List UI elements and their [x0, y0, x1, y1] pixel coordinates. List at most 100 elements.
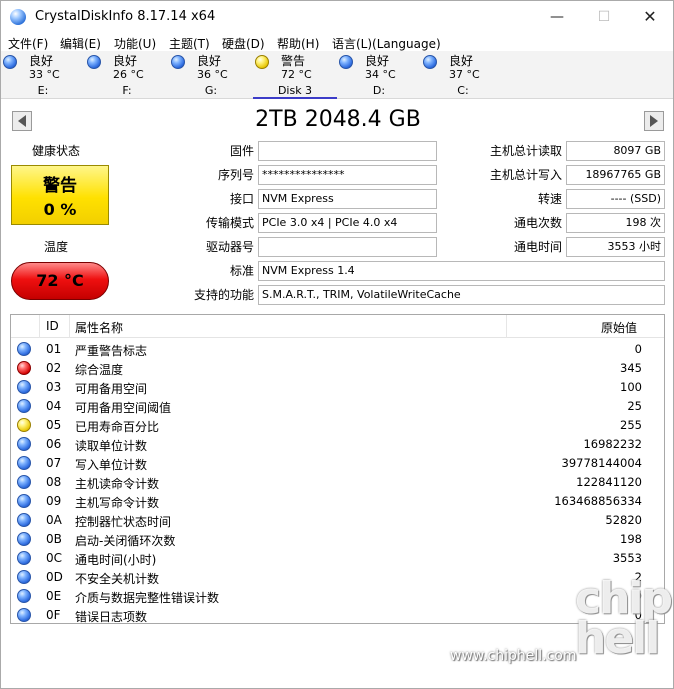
drive-title: 2TB 2048.4 GB: [255, 107, 421, 132]
chiphell-watermark-logo: chip hell: [575, 573, 673, 664]
attribute-id: 09: [46, 494, 62, 508]
disk-tab-f[interactable]: 良好 26 °C F:: [85, 51, 169, 99]
attribute-id: 0E: [46, 589, 62, 603]
status-red-icon: [17, 361, 31, 375]
disk-tab-d[interactable]: 良好 34 °C D:: [337, 51, 421, 99]
attribute-name: 主机写命令计数: [75, 496, 160, 510]
table-row[interactable]: 06 读取单位计数 16982232: [11, 435, 664, 454]
table-row[interactable]: 01 严重警告标志 0: [11, 340, 664, 359]
table-row[interactable]: 07 写入单位计数 39778144004: [11, 454, 664, 473]
menu-disk[interactable]: 硬盘(D): [222, 35, 265, 52]
table-row[interactable]: 08 主机读命令计数 122841120: [11, 473, 664, 492]
status-blue-icon: [17, 532, 31, 546]
status-blue-icon: [17, 551, 31, 565]
host-writes-label: 主机总计写入: [489, 168, 562, 182]
menu-language[interactable]: 语言(L)(Language): [332, 35, 441, 52]
drive-letter-value: [258, 237, 437, 257]
table-row[interactable]: 04 可用备用空间阈值 25: [11, 397, 664, 416]
attribute-raw-value: 16982232: [583, 437, 642, 451]
attribute-id: 0D: [46, 570, 63, 584]
attribute-name: 写入单位计数: [75, 458, 148, 472]
column-header-id[interactable]: ID: [46, 319, 59, 333]
status-blue-icon: [3, 55, 17, 69]
status-blue-icon: [17, 494, 31, 508]
features-value: S.M.A.R.T., TRIM, VolatileWriteCache: [258, 285, 665, 305]
table-row[interactable]: 05 已用寿命百分比 255: [11, 416, 664, 435]
disk-tab-e[interactable]: 良好 33 °C E:: [1, 51, 85, 99]
close-button[interactable]: ✕: [627, 1, 673, 32]
menu-file[interactable]: 文件(F): [8, 35, 48, 52]
table-row[interactable]: 0D 不安全关机计数 2: [11, 568, 664, 587]
attribute-name: 主机读命令计数: [75, 477, 160, 491]
status-blue-icon: [17, 475, 31, 489]
status-blue-icon: [17, 513, 31, 527]
table-row[interactable]: 03 可用备用空间 100: [11, 378, 664, 397]
smart-attribute-table[interactable]: ID 属性名称 原始值 01 严重警告标志 0 02 综合温度 345 03 可用备用空间 10…: [10, 314, 665, 624]
status-blue-icon: [423, 55, 437, 69]
column-separator: [506, 315, 507, 338]
table-row[interactable]: 02 综合温度 345: [11, 359, 664, 378]
status-blue-icon: [17, 399, 31, 413]
disk-tab-g[interactable]: 良好 36 °C G:: [169, 51, 253, 99]
menu-function[interactable]: 功能(U): [114, 35, 156, 52]
rotation-label: 转速: [537, 192, 562, 206]
table-row[interactable]: 0B 启动-关闭循环次数 198: [11, 530, 664, 549]
attribute-raw-value: 122841120: [576, 475, 642, 489]
column-separator: [39, 315, 40, 338]
attribute-name: 综合温度: [75, 363, 124, 377]
prev-disk-button[interactable]: [12, 111, 32, 131]
maximize-button[interactable]: ☐: [581, 1, 627, 32]
features-label: 支持的功能: [193, 288, 254, 302]
status-blue-icon: [17, 570, 31, 584]
next-disk-button[interactable]: [644, 111, 664, 131]
disk-drive: E:: [37, 84, 49, 97]
column-header-raw[interactable]: 原始值: [601, 319, 637, 336]
minimize-button[interactable]: —: [534, 1, 580, 32]
disk-drive: G:: [204, 84, 218, 97]
attribute-id: 0A: [46, 513, 62, 527]
power-count-value: 198 次: [566, 213, 665, 233]
menu-edit[interactable]: 编辑(E): [60, 35, 101, 52]
attribute-name: 严重警告标志: [75, 344, 148, 358]
table-row[interactable]: 0C 通电时间(小时) 3553: [11, 549, 664, 568]
disk-temp: 26 °C: [113, 68, 144, 81]
status-blue-icon: [17, 342, 31, 356]
disk-temp: 34 °C: [365, 68, 396, 81]
menu-help[interactable]: 帮助(H): [277, 35, 319, 52]
crystaldiskinfo-icon: [10, 9, 26, 25]
table-row[interactable]: 0A 控制器忙状态时间 52820: [11, 511, 664, 530]
menu-bar: 文件(F) 编辑(E) 功能(U) 主题(T) 硬盘(D) 帮助(H) 语言(L…: [1, 33, 673, 51]
disk-tab-bar: 良好 33 °C E: 良好 26 °C F: 良好 36 °C G: 警告 7…: [1, 51, 673, 99]
smart-table-header: ID 属性名称 原始值: [11, 315, 664, 338]
standard-label: 标准: [229, 264, 254, 278]
firmware-value: [258, 141, 437, 161]
status-blue-icon: [17, 589, 31, 603]
attribute-id: 03: [46, 380, 62, 394]
disk-status: 良好: [113, 54, 138, 68]
health-status: 警告: [43, 176, 77, 196]
attribute-name: 可用备用空间阈值: [75, 401, 172, 415]
attribute-id: 05: [46, 418, 62, 432]
table-row[interactable]: 0F 错误日志项数 0: [11, 606, 664, 623]
column-header-name[interactable]: 属性名称: [75, 319, 123, 336]
attribute-id: 08: [46, 475, 62, 489]
table-row[interactable]: 09 主机写命令计数 163468856334: [11, 492, 664, 511]
host-writes-value: 18967765 GB: [566, 165, 665, 185]
power-count-label: 通电次数: [513, 216, 562, 230]
disk-temp: 37 °C: [449, 68, 480, 81]
disk-drive: D:: [372, 84, 386, 97]
attribute-id: 0F: [46, 608, 61, 622]
menu-theme[interactable]: 主题(T): [169, 35, 210, 52]
table-row[interactable]: 0E 介质与数据完整性错误计数 0: [11, 587, 664, 606]
firmware-label: 固件: [229, 144, 254, 158]
rotation-value: ---- (SSD): [566, 189, 665, 209]
status-blue-icon: [17, 608, 31, 622]
next-disk-arrow-icon: [650, 115, 658, 127]
disk-drive: F:: [122, 84, 132, 97]
app-window: CrystalDiskInfo 8.17.14 x64 — ☐ ✕ 文件(F) …: [0, 0, 674, 689]
disk-temp: 33 °C: [29, 68, 60, 81]
disk-tab-disk3[interactable]: 警告 72 °C Disk 3: [253, 51, 337, 99]
status-blue-icon: [339, 55, 353, 69]
attribute-name: 通电时间(小时): [75, 553, 157, 567]
disk-tab-c[interactable]: 良好 37 °C C:: [421, 51, 505, 99]
